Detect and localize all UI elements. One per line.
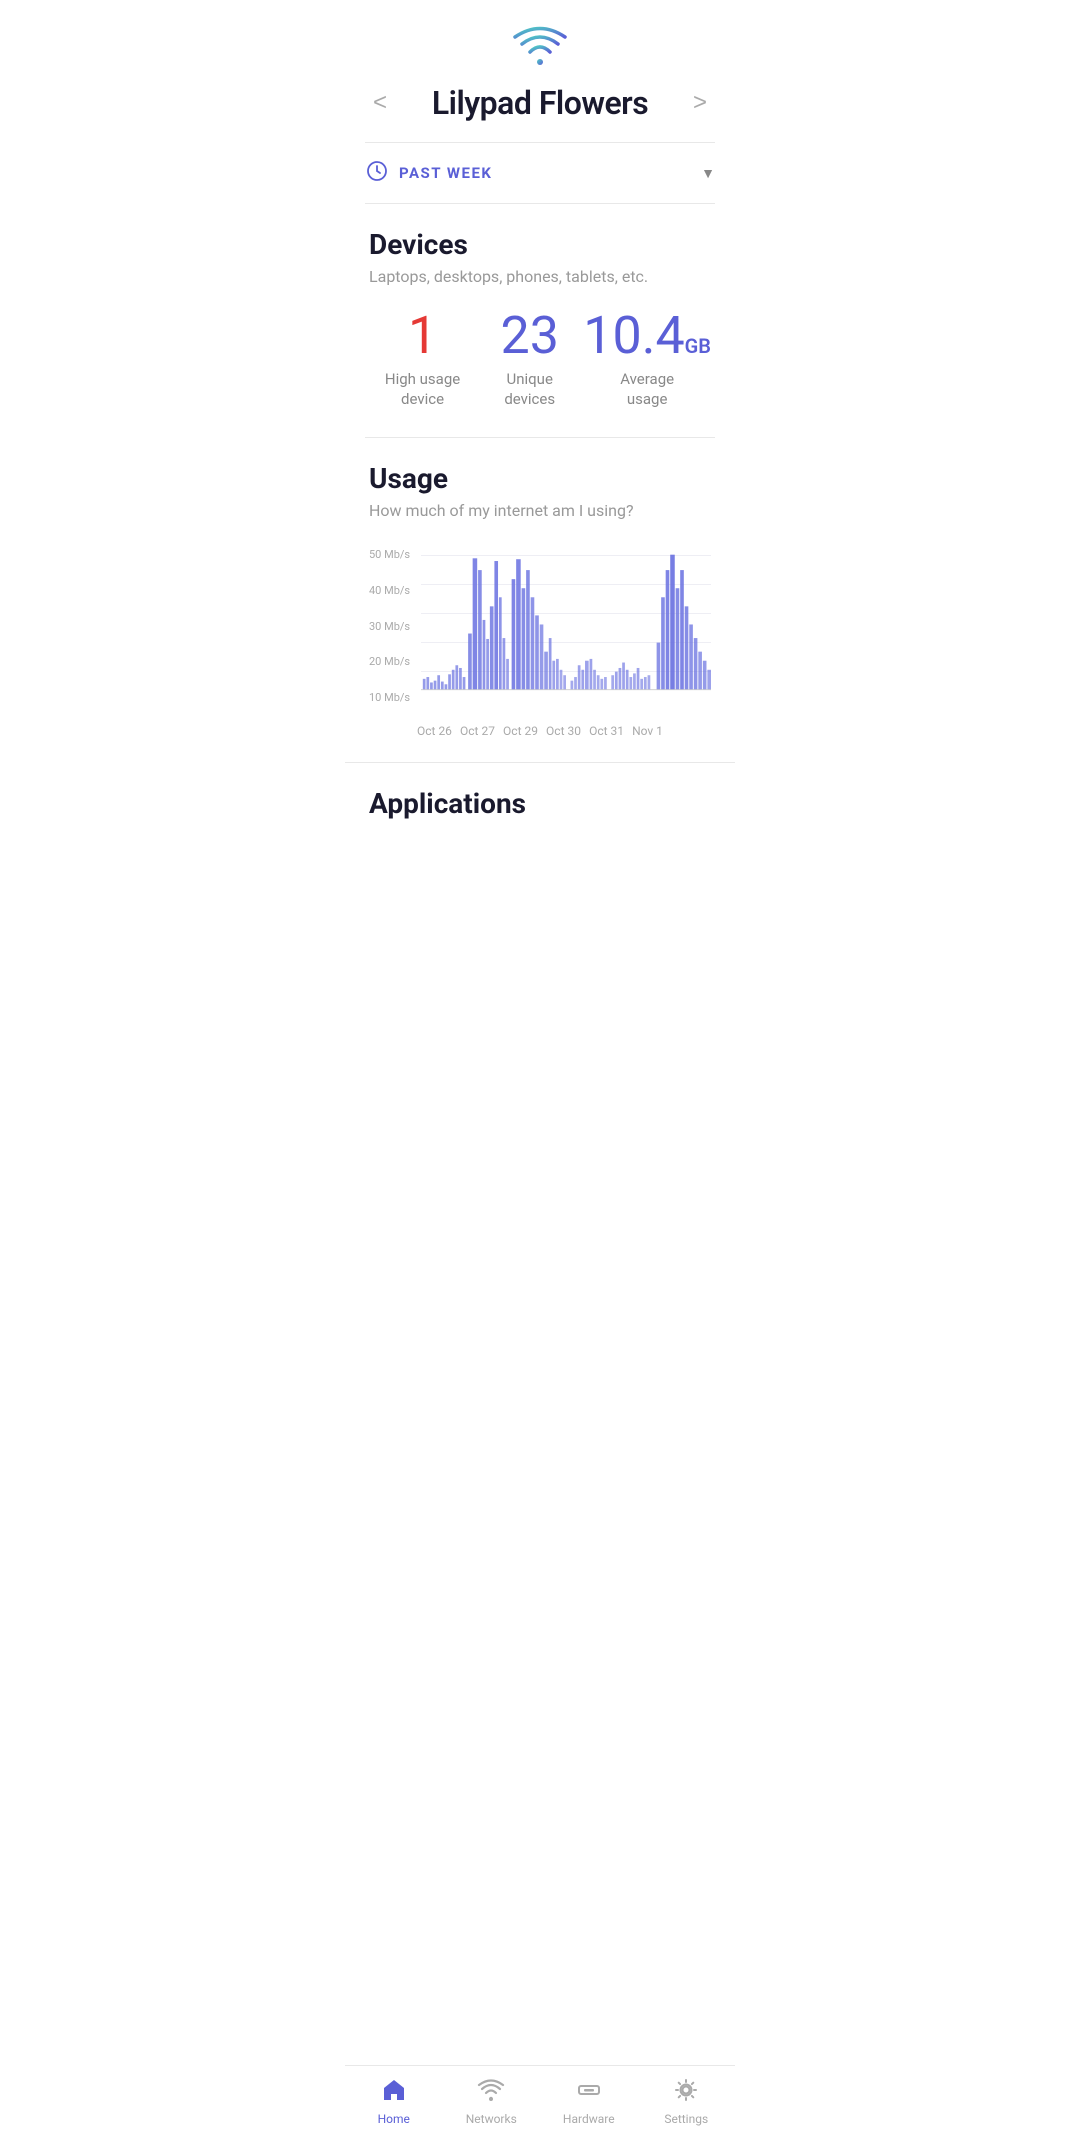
nav-item-networks[interactable]: Networks [443, 2076, 541, 2126]
nav-item-home[interactable]: Home [345, 2076, 443, 2126]
devices-section: Devices Laptops, desktops, phones, table… [345, 204, 735, 437]
stat-average-usage-value: 10.4GB [583, 310, 711, 362]
clock-icon [365, 159, 389, 187]
devices-stats-row: 1 High usagedevice 23 Uniquedevices 10.4… [369, 310, 711, 437]
nav-label-networks: Networks [466, 2112, 517, 2126]
y-label-40: 40 Mb/s [369, 584, 421, 597]
networks-icon [477, 2076, 505, 2108]
stat-high-usage[interactable]: 1 High usagedevice [369, 310, 476, 409]
devices-subtitle: Laptops, desktops, phones, tablets, etc. [369, 267, 711, 286]
y-label-10: 10 Mb/s [369, 691, 421, 704]
home-icon [380, 2076, 408, 2108]
settings-icon [672, 2076, 700, 2108]
usage-chart: 50 Mb/s 40 Mb/s 30 Mb/s 20 Mb/s 10 Mb/s [369, 544, 711, 738]
network-name: Lilypad Flowers [432, 84, 648, 122]
hardware-icon [575, 2076, 603, 2108]
nav-item-hardware[interactable]: Hardware [540, 2076, 638, 2126]
stat-average-usage-label: Averageusage [620, 370, 674, 409]
devices-title: Devices [369, 228, 711, 261]
stat-high-usage-value: 1 [408, 310, 437, 362]
next-button[interactable]: > [685, 85, 715, 121]
usage-subtitle: How much of my internet am I using? [369, 501, 711, 520]
applications-title: Applications [369, 787, 711, 820]
x-label-oct26: Oct 26 [417, 724, 452, 738]
time-filter-dropdown-icon[interactable]: ▼ [701, 165, 715, 182]
y-label-50: 50 Mb/s [369, 548, 421, 561]
stat-high-usage-label: High usagedevice [385, 370, 460, 409]
nav-label-hardware: Hardware [563, 2112, 615, 2126]
y-label-30: 30 Mb/s [369, 620, 421, 633]
x-label-nov1: Nov 1 [632, 724, 663, 738]
x-label-oct29: Oct 29 [503, 724, 538, 738]
time-filter-row[interactable]: PAST WEEK ▼ [345, 143, 735, 203]
chart-x-labels: Oct 26 Oct 27 Oct 29 Oct 30 Oct 31 Nov 1 [369, 718, 711, 738]
time-filter-left: PAST WEEK [365, 159, 492, 187]
stat-average-usage[interactable]: 10.4GB Averageusage [583, 310, 711, 409]
x-label-oct30: Oct 30 [546, 724, 581, 738]
bottom-nav: Home Networks Hardware [345, 2065, 735, 2146]
nav-label-home: Home [378, 2112, 410, 2126]
usage-title: Usage [369, 462, 711, 495]
stat-unique-devices[interactable]: 23 Uniquedevices [476, 310, 583, 409]
prev-button[interactable]: < [365, 85, 395, 121]
usage-section: Usage How much of my internet am I using… [345, 438, 735, 738]
stat-unique-devices-value: 23 [500, 310, 558, 362]
nav-label-settings: Settings [664, 2112, 708, 2126]
y-label-20: 20 Mb/s [369, 655, 421, 668]
usage-chart-svg [421, 544, 711, 714]
network-header: < Lilypad Flowers > [345, 84, 735, 142]
time-filter-label: PAST WEEK [399, 164, 492, 182]
x-label-oct27: Oct 27 [460, 724, 495, 738]
wifi-icon [345, 0, 735, 84]
stat-unique-devices-label: Uniquedevices [504, 370, 555, 409]
nav-item-settings[interactable]: Settings [638, 2076, 736, 2126]
applications-section: Applications [345, 763, 735, 820]
x-label-oct31: Oct 31 [589, 724, 624, 738]
